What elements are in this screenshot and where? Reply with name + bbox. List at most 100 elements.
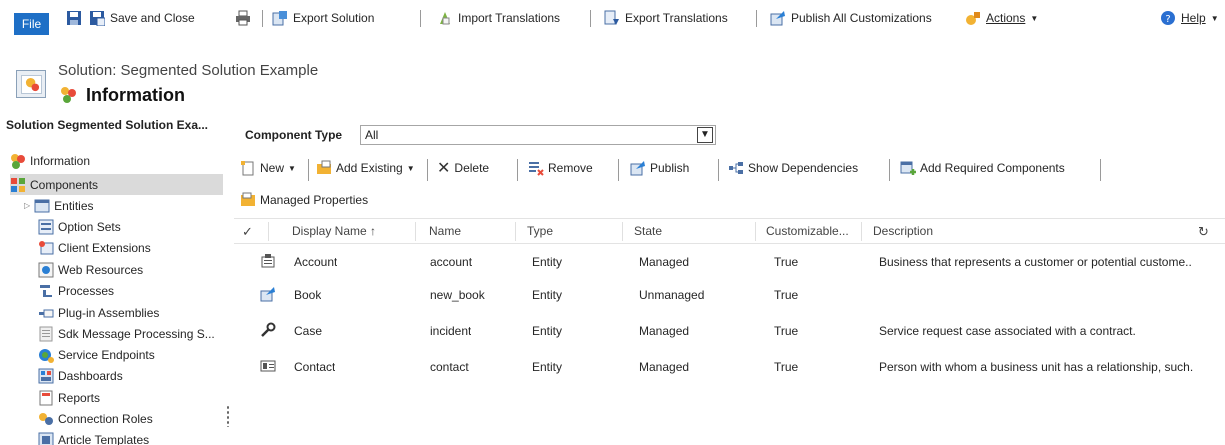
help-menu-button[interactable]: ? Help ▼ <box>1160 8 1219 28</box>
publish-all-customizations-button[interactable]: Publish All Customizations <box>770 8 932 28</box>
column-header-state[interactable]: State <box>634 224 662 238</box>
managed-properties-label: Managed Properties <box>260 193 369 207</box>
case-icon <box>261 322 276 337</box>
nav-item-label: Entities <box>54 198 94 213</box>
information-icon <box>61 87 76 103</box>
nav-item-information[interactable]: Information <box>10 150 190 171</box>
remove-button[interactable]: Remove <box>528 158 593 178</box>
nav-item-article-templates[interactable]: Article Templates <box>38 429 149 445</box>
option-sets-icon <box>38 219 54 234</box>
nav-item-client-extensions[interactable]: Client Extensions <box>38 237 151 258</box>
nav-item-label: Web Resources <box>58 262 144 277</box>
solution-icon <box>16 70 46 98</box>
table-row[interactable]: Account account Entity Managed True Busi… <box>234 246 1225 278</box>
nav-item-sdk-message-processing[interactable]: Sdk Message Processing S... <box>38 323 215 344</box>
column-header-type[interactable]: Type <box>527 224 553 238</box>
save-icon <box>67 11 81 25</box>
publish-all-label: Publish All Customizations <box>791 11 932 25</box>
column-header-display-name[interactable]: Display Name ↑ <box>292 224 376 238</box>
nav-item-dashboards[interactable]: Dashboards <box>38 365 123 386</box>
cell-state: Managed <box>639 324 690 338</box>
refresh-icon[interactable]: ↻ <box>1198 224 1209 240</box>
cell-customizable: True <box>774 255 799 269</box>
component-type-select[interactable]: All ▼ <box>360 125 716 145</box>
nav-item-option-sets[interactable]: Option Sets <box>38 216 121 237</box>
components-icon <box>11 177 25 192</box>
nav-item-plugin-assemblies[interactable]: Plug-in Assemblies <box>38 302 159 323</box>
component-type-label: Component Type <box>245 128 343 142</box>
import-translations-button[interactable]: Import Translations <box>437 8 560 28</box>
export-translations-button[interactable]: Export Translations <box>604 8 728 28</box>
column-separator <box>515 222 516 241</box>
help-label: Help <box>1181 11 1206 25</box>
column-header-description[interactable]: Description <box>873 224 933 238</box>
nav-item-label: Reports <box>58 390 101 405</box>
client-extensions-icon <box>39 240 54 254</box>
nav-item-label: Dashboards <box>58 368 123 383</box>
dashboards-icon <box>38 368 54 383</box>
publish-button[interactable]: Publish <box>630 158 689 178</box>
plugin-assemblies-icon <box>39 309 54 317</box>
show-dependencies-button[interactable]: Show Dependencies <box>728 158 858 178</box>
add-existing-label: Add Existing <box>336 161 403 175</box>
column-separator <box>622 222 623 241</box>
cell-display-name[interactable]: Account <box>294 255 337 269</box>
actions-menu-button[interactable]: Actions ▼ <box>965 8 1038 28</box>
cell-display-name[interactable]: Contact <box>294 360 335 374</box>
nav-item-processes[interactable]: Processes <box>38 280 114 301</box>
ribbon-separator <box>590 10 591 27</box>
nav-item-service-endpoints[interactable]: Service Endpoints <box>38 344 155 365</box>
nav-title: Solution Segmented Solution Exa... <box>6 118 209 132</box>
nav-item-components[interactable]: Components <box>10 174 223 195</box>
delete-icon: ✕ <box>437 160 451 177</box>
import-translations-icon <box>440 12 450 25</box>
select-all-checkbox[interactable]: ✓ <box>242 224 253 240</box>
add-existing-button[interactable]: Add Existing ▼ <box>316 158 415 178</box>
managed-properties-button[interactable]: Managed Properties <box>240 190 368 210</box>
export-solution-button[interactable]: Export Solution <box>272 8 374 28</box>
nav-item-entities[interactable]: ▷ Entities <box>24 195 94 216</box>
cell-customizable: True <box>774 360 799 374</box>
expand-arrow-icon[interactable]: ▷ <box>24 201 30 210</box>
delete-button[interactable]: ✕ Delete <box>437 158 489 178</box>
new-button[interactable]: New ▼ <box>240 158 296 178</box>
toolbar-separator <box>889 159 890 181</box>
add-required-label: Add Required Components <box>920 161 1065 175</box>
table-row[interactable]: Case incident Entity Managed True Servic… <box>234 315 1225 347</box>
cell-display-name[interactable]: Case <box>294 324 322 338</box>
file-button[interactable]: File <box>14 13 49 35</box>
column-header-customizable[interactable]: Customizable... <box>766 224 849 238</box>
cell-state: Unmanaged <box>639 288 705 302</box>
nav-item-reports[interactable]: Reports <box>38 387 100 408</box>
page-title: Information <box>86 85 185 105</box>
cell-customizable: True <box>774 324 799 338</box>
book-entity-icon <box>260 287 275 302</box>
table-row[interactable]: Book new_book Entity Unmanaged True <box>234 279 1225 311</box>
export-solution-label: Export Solution <box>293 11 375 25</box>
toolbar-separator <box>427 159 428 181</box>
save-and-close-button[interactable]: Save and Close <box>89 8 195 28</box>
chevron-down-icon: ▼ <box>1030 13 1039 23</box>
account-icon <box>261 254 275 268</box>
chevron-down-icon: ▼ <box>288 163 296 173</box>
cell-customizable: True <box>774 288 799 302</box>
cell-name: new_book <box>430 288 485 302</box>
pane-resize-handle[interactable] <box>226 405 230 427</box>
toolbar-separator <box>718 159 719 181</box>
column-header-name[interactable]: Name <box>429 224 461 238</box>
nav-item-label: Article Templates <box>58 432 150 445</box>
dependencies-icon <box>729 162 743 174</box>
table-row[interactable]: Contact contact Entity Managed True Pers… <box>234 351 1225 383</box>
print-button[interactable] <box>235 8 251 28</box>
component-type-value: All <box>365 128 379 142</box>
chevron-down-icon: ▼ <box>1210 13 1219 23</box>
add-required-components-button[interactable]: Add Required Components <box>900 158 1065 178</box>
nav-item-connection-roles[interactable]: Connection Roles <box>38 408 153 429</box>
toolbar-separator <box>618 159 619 181</box>
cell-display-name[interactable]: Book <box>294 288 321 302</box>
add-existing-icon <box>317 160 331 174</box>
nav-item-web-resources[interactable]: Web Resources <box>38 259 143 280</box>
save-button[interactable] <box>66 8 82 28</box>
components-panel: Component Type All ▼ New ▼ Add Existing … <box>234 118 1225 445</box>
cell-name: incident <box>430 324 472 338</box>
